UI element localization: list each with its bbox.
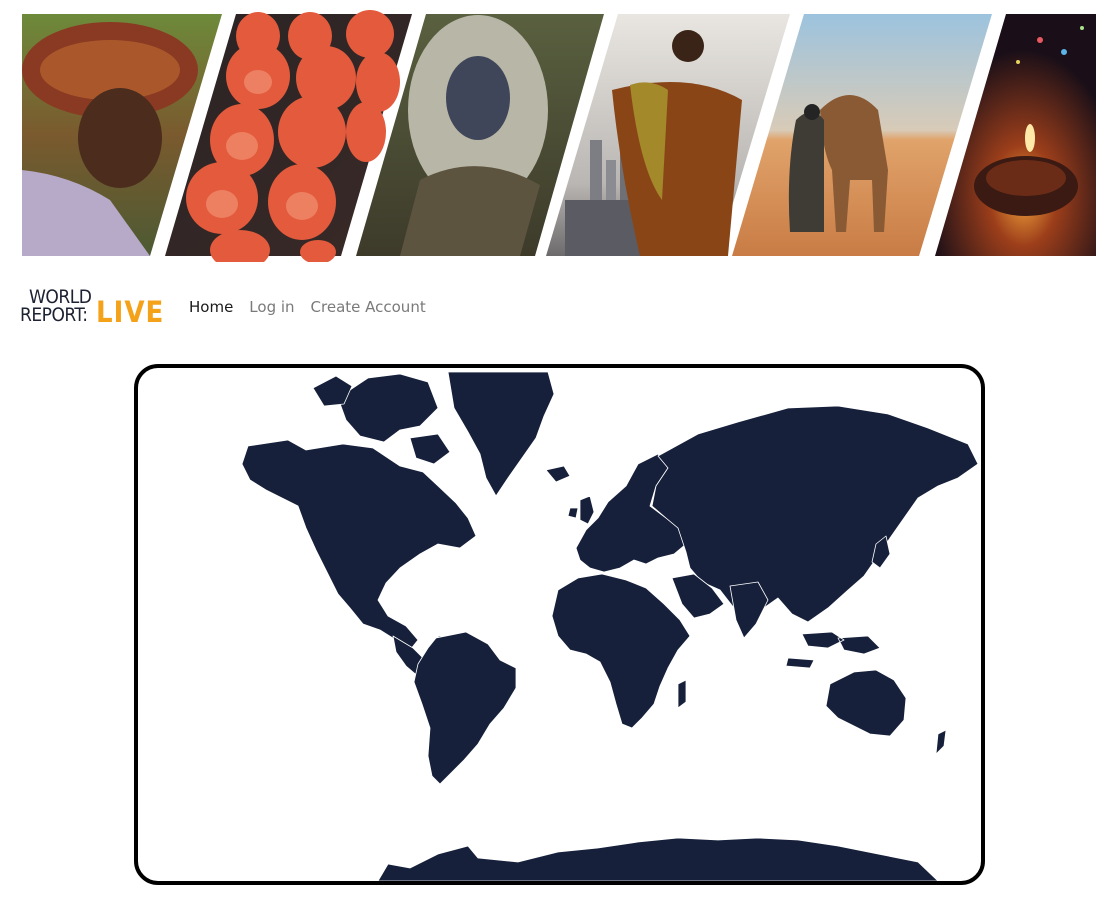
arctic-islands[interactable] — [337, 373, 439, 443]
new-zealand[interactable] — [935, 729, 947, 755]
nav-create-account-link[interactable]: Create Account — [311, 297, 426, 317]
worldreport-live-logo[interactable]: WORLD REPORT: LIVE — [20, 287, 165, 329]
logo-line-report: REPORT: — [20, 304, 88, 326]
madagascar[interactable] — [677, 679, 687, 709]
iceland[interactable] — [545, 465, 571, 483]
uk-ireland[interactable] — [567, 495, 595, 525]
africa[interactable] — [551, 573, 691, 729]
world-map-card — [134, 364, 985, 885]
main-nav: Home Log in Create Account — [189, 297, 442, 317]
nav-home-link[interactable]: Home — [189, 297, 233, 317]
india[interactable] — [729, 581, 769, 639]
photo-banner — [22, 10, 1096, 262]
south-america[interactable] — [413, 631, 517, 785]
north-america-landmass[interactable] — [241, 439, 477, 651]
southeast-asia-islands[interactable] — [785, 631, 881, 669]
world-map[interactable] — [138, 368, 981, 881]
australia[interactable] — [825, 669, 907, 737]
nav-login-link[interactable]: Log in — [249, 297, 294, 317]
logo-line-live: LIVE — [96, 295, 165, 329]
greenland[interactable] — [447, 371, 555, 497]
antarctica[interactable] — [377, 837, 939, 881]
